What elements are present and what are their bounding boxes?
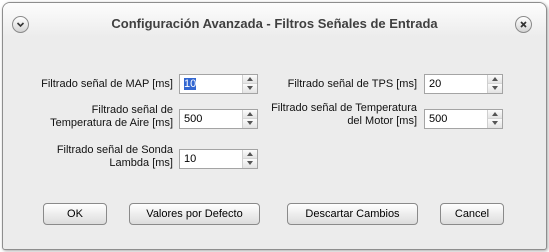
motor-temp-filter-input[interactable] bbox=[425, 110, 487, 128]
air-temp-label-line2: Temperatura de Aire [ms] bbox=[50, 117, 173, 129]
dialog-window: Configuración Avanzada - Filtros Señales… bbox=[2, 2, 547, 250]
tps-filter-increment[interactable] bbox=[488, 75, 502, 84]
cancel-button[interactable]: Cancel bbox=[440, 203, 504, 225]
defaults-button[interactable]: Valores por Defecto bbox=[129, 203, 260, 225]
arrow-down-icon bbox=[247, 161, 253, 165]
motor-temp-label-line1: Filtrado señal de Temperatura bbox=[271, 102, 417, 114]
air-temp-filter-input[interactable] bbox=[180, 110, 242, 128]
motor-temp-filter-spinbox[interactable] bbox=[424, 109, 503, 129]
tps-filter-spinbox[interactable] bbox=[424, 74, 503, 94]
close-icon bbox=[520, 21, 527, 28]
map-filter-label: Filtrado señal de MAP [ms] bbox=[11, 78, 173, 91]
tps-filter-label-text: Filtrado señal de TPS [ms] bbox=[287, 78, 417, 90]
map-filter-input[interactable] bbox=[180, 75, 242, 93]
lambda-filter-input[interactable] bbox=[180, 150, 242, 168]
lambda-filter-increment[interactable] bbox=[243, 150, 257, 159]
discard-changes-button[interactable]: Descartar Cambios bbox=[287, 203, 418, 225]
air-temp-filter-label: Filtrado señal de Temperatura de Aire [m… bbox=[11, 104, 173, 130]
ok-button[interactable]: OK bbox=[43, 203, 107, 225]
lambda-filter-spinbox[interactable] bbox=[179, 149, 258, 169]
lambda-filter-label: Filtrado señal de Sonda Lambda [ms] bbox=[11, 144, 173, 170]
lambda-filter-spinner bbox=[242, 150, 257, 168]
lambda-label-line2: Lambda [ms] bbox=[109, 157, 173, 169]
tps-filter-spinner bbox=[487, 75, 502, 93]
arrow-down-icon bbox=[492, 121, 498, 125]
arrow-up-icon bbox=[247, 152, 253, 156]
arrow-down-icon bbox=[492, 86, 498, 90]
motor-temp-filter-decrement[interactable] bbox=[488, 119, 502, 128]
lambda-filter-decrement[interactable] bbox=[243, 159, 257, 168]
arrow-up-icon bbox=[492, 112, 498, 116]
title-bar[interactable]: Configuración Avanzada - Filtros Señales… bbox=[3, 3, 546, 37]
air-temp-filter-spinbox[interactable] bbox=[179, 109, 258, 129]
tps-filter-decrement[interactable] bbox=[488, 84, 502, 93]
map-filter-spinbox[interactable] bbox=[179, 74, 258, 94]
window-title: Configuración Avanzada - Filtros Señales… bbox=[111, 16, 438, 31]
map-filter-label-text: Filtrado señal de MAP [ms] bbox=[41, 78, 173, 90]
motor-temp-label-line2: del Motor [ms] bbox=[347, 115, 417, 127]
tps-filter-input[interactable] bbox=[425, 75, 487, 93]
air-temp-label-line1: Filtrado señal de bbox=[91, 104, 173, 116]
close-button[interactable] bbox=[515, 16, 532, 33]
motor-temp-filter-label: Filtrado señal de Temperatura del Motor … bbox=[253, 102, 417, 128]
motor-temp-filter-spinner bbox=[487, 110, 502, 128]
tps-filter-label: Filtrado señal de TPS [ms] bbox=[253, 78, 417, 91]
lambda-label-line1: Filtrado señal de Sonda bbox=[56, 144, 173, 156]
motor-temp-filter-increment[interactable] bbox=[488, 110, 502, 119]
arrow-up-icon bbox=[492, 77, 498, 81]
